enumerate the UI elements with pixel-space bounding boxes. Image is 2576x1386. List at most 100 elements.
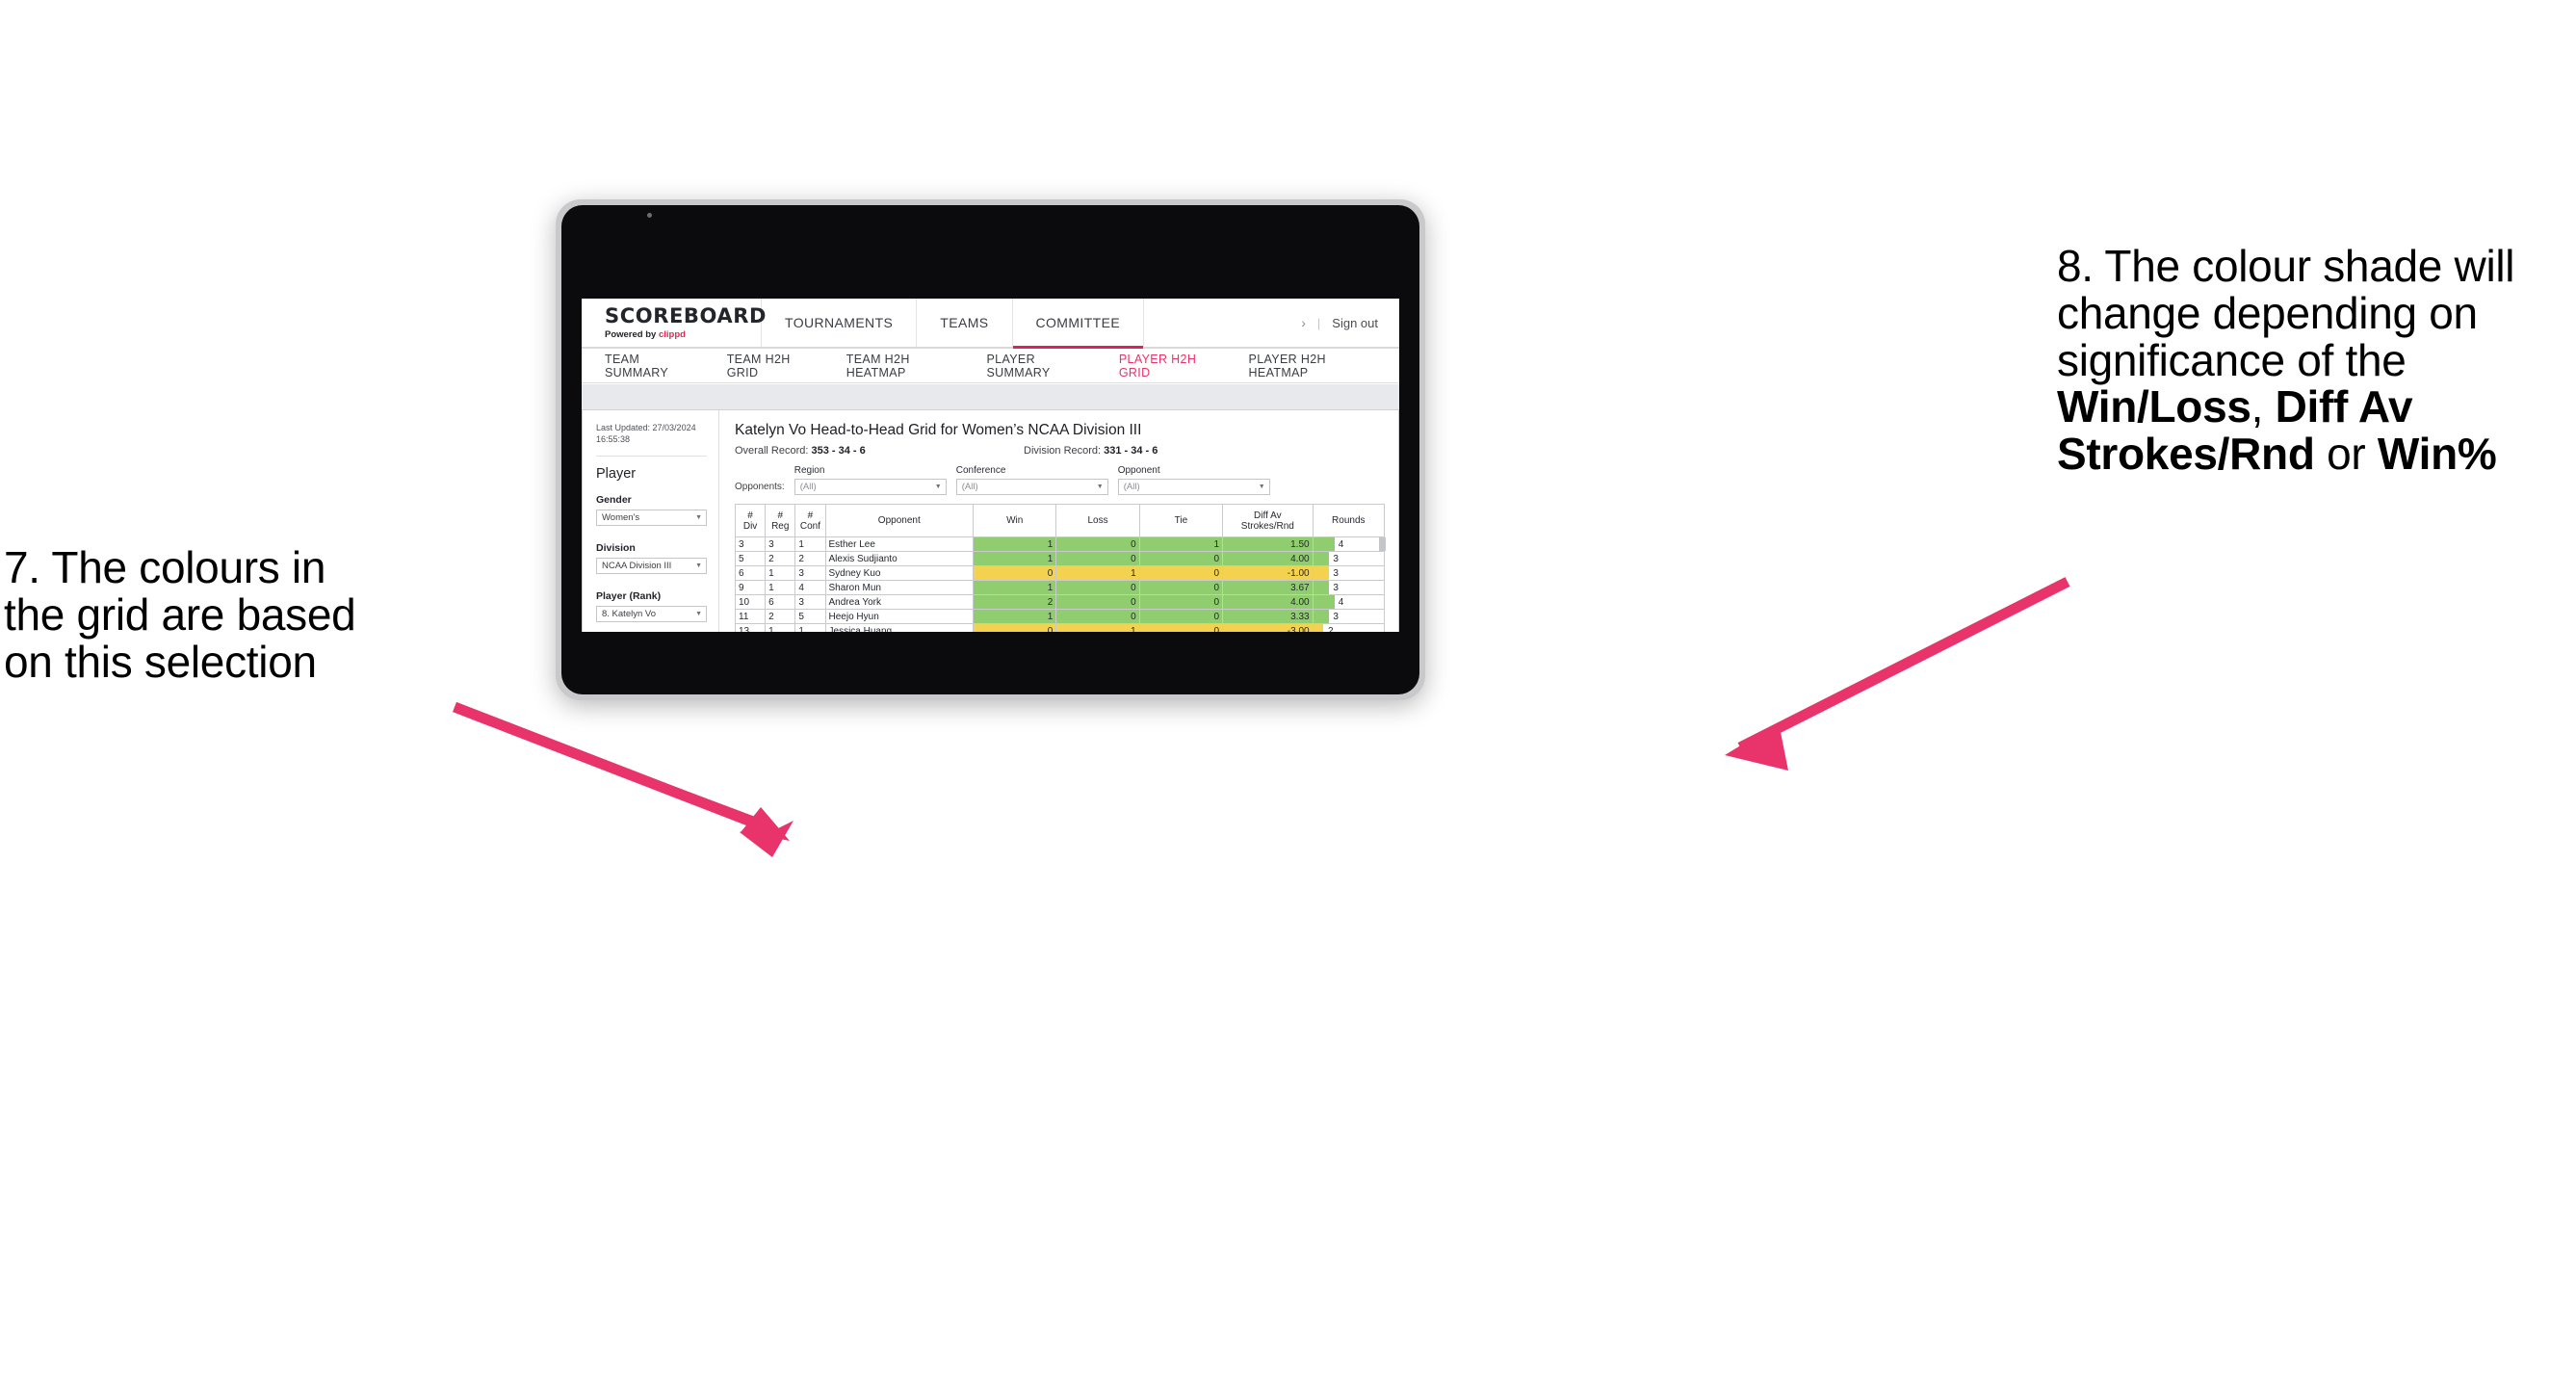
cell-rounds: 3 <box>1312 551 1386 566</box>
cell-tie: 0 <box>1138 565 1224 581</box>
division-label: Division <box>596 542 636 555</box>
cell-loss: 0 <box>1055 551 1140 566</box>
gender-value: Women's <box>602 512 640 524</box>
col-diff-l2: Strokes/Rnd <box>1240 520 1294 532</box>
cell-diff-av-strokes: 4.00 <box>1222 594 1314 610</box>
cell-conf: 3 <box>794 594 826 610</box>
conference-filter-select[interactable]: (All) ▼ <box>955 479 1108 495</box>
table-row[interactable]: 13 1 1 Jessica Huang 0 1 0 -3.00 2 <box>734 623 1386 632</box>
gender-select[interactable]: Women's ▼ <box>596 510 707 527</box>
filters-sidebar: Last Updated: 27/03/2024 16:55:38 Player… <box>583 410 719 632</box>
dashboard-canvas: Last Updated: 27/03/2024 16:55:38 Player… <box>582 384 1399 632</box>
region-filter-select[interactable]: (All) ▼ <box>794 479 947 495</box>
opponent-filters: Opponents: Region (All) ▼ Conference (Al… <box>735 465 1385 495</box>
chevron-down-icon: ▼ <box>695 562 702 570</box>
brand-title: SCOREBOARD <box>605 303 768 327</box>
col-diff-av-strokes[interactable]: Diff Av Strokes/Rnd <box>1222 504 1314 537</box>
cell-conf: 1 <box>794 536 826 552</box>
cell-div: 9 <box>734 580 767 595</box>
table-row[interactable]: 11 2 5 Heejo Hyun 1 0 0 3.33 3 <box>734 609 1386 624</box>
cell-div: 5 <box>734 551 767 566</box>
cell-reg: 2 <box>765 609 796 624</box>
annotation-7: 7. The colours in the grid are based on … <box>4 544 514 685</box>
topnav-committee-label: COMMITTEE <box>1035 315 1121 330</box>
topnav-teams[interactable]: TEAMS <box>917 299 1013 347</box>
col-reg[interactable]: # Reg <box>765 504 796 537</box>
cell-diff-av-strokes: 3.67 <box>1222 580 1314 595</box>
table-row[interactable]: 3 3 1 Esther Lee 1 0 1 1.50 4 <box>734 536 1386 552</box>
division-record-label: Division Record: <box>1024 445 1105 457</box>
col-div-l2: Div <box>742 520 758 532</box>
viz-body: Last Updated: 27/03/2024 16:55:38 Player… <box>583 410 1398 632</box>
region-filter-label: Region <box>794 465 825 476</box>
top-navigation-bar: SCOREBOARD Powered by clippd TOURNAMENTS… <box>582 299 1399 349</box>
subnav-player-h2h-grid[interactable]: PLAYER H2H GRID <box>1119 353 1228 379</box>
cell-reg: 1 <box>765 623 796 632</box>
cell-conf: 4 <box>794 580 826 595</box>
cell-opponent: Heejo Hyun <box>824 609 975 624</box>
topnav-spacer <box>1144 299 1301 347</box>
col-diff-l1: Diff Av <box>1254 510 1282 521</box>
topnav-teams-label: TEAMS <box>940 315 989 330</box>
overall-record-value: 353 - 34 - 6 <box>811 445 866 457</box>
annotation-7-line-1: 7. The colours in <box>4 542 326 592</box>
cell-win: 0 <box>973 565 1057 581</box>
col-loss[interactable]: Loss <box>1055 504 1140 537</box>
subnav-player-summary[interactable]: PLAYER SUMMARY <box>986 353 1097 379</box>
cell-loss: 0 <box>1055 594 1140 610</box>
cell-tie: 0 <box>1138 623 1224 632</box>
col-opponent[interactable]: Opponent <box>824 504 975 537</box>
col-div[interactable]: # Div <box>734 504 767 537</box>
overall-record: Overall Record: 353 - 34 - 6 <box>735 445 1024 457</box>
cell-tie: 0 <box>1138 551 1224 566</box>
sidebar-divider-1 <box>596 456 707 458</box>
grid-scrollbar[interactable] <box>1379 537 1386 551</box>
opponent-filter-select[interactable]: (All) ▼ <box>1117 479 1270 495</box>
cell-div: 3 <box>734 536 767 552</box>
subnav-team-h2h-heatmap[interactable]: TEAM H2H HEATMAP <box>846 353 966 379</box>
topnav-committee[interactable]: COMMITTEE <box>1012 299 1145 349</box>
player-section-heading: Player <box>596 466 637 483</box>
table-row[interactable]: 5 2 2 Alexis Sudjianto 1 0 0 4.00 3 <box>734 551 1386 566</box>
table-row[interactable]: 6 1 3 Sydney Kuo 0 1 0 -1.00 3 <box>734 565 1386 581</box>
division-select[interactable]: NCAA Division III ▼ <box>596 558 707 575</box>
subnav-player-h2h-heatmap[interactable]: PLAYER H2H HEATMAP <box>1249 353 1378 379</box>
annotation-8-bold-winloss: Win/Loss <box>2057 381 2251 432</box>
cell-win: 1 <box>973 580 1057 595</box>
opponents-filter-label: Opponents: <box>735 482 785 492</box>
last-updated-text: Last Updated: 27/03/2024 16:55:38 <box>596 423 696 445</box>
col-win[interactable]: Win <box>973 504 1057 537</box>
subnav-team-summary[interactable]: TEAM SUMMARY <box>605 353 706 379</box>
table-row[interactable]: 10 6 3 Andrea York 2 0 0 4.00 4 <box>734 594 1386 610</box>
col-tie[interactable]: Tie <box>1138 504 1224 537</box>
page-title: Katelyn Vo Head-to-Head Grid for Women’s… <box>735 422 1142 438</box>
chevron-right-icon[interactable]: › <box>1301 315 1306 330</box>
division-field: Division NCAA Division III ▼ <box>596 542 707 575</box>
conference-filter-label: Conference <box>955 465 1006 476</box>
signout-link[interactable]: Sign out <box>1332 316 1378 330</box>
cell-loss: 0 <box>1055 536 1140 552</box>
table-row[interactable]: 9 1 4 Sharon Mun 1 0 0 3.67 3 <box>734 580 1386 595</box>
chevron-down-icon: ▼ <box>695 611 702 618</box>
opponent-filter-value: (All) <box>1123 482 1140 492</box>
tablet-screen: SCOREBOARD Powered by clippd TOURNAMENTS… <box>582 299 1399 632</box>
topnav-tournaments[interactable]: TOURNAMENTS <box>762 299 918 347</box>
cell-loss: 0 <box>1055 609 1140 624</box>
cell-diff-av-strokes: 4.00 <box>1222 551 1314 566</box>
cell-diff-av-strokes: -3.00 <box>1222 623 1314 632</box>
subnav-team-h2h-grid[interactable]: TEAM H2H GRID <box>727 353 825 379</box>
cell-reg: 3 <box>765 536 796 552</box>
cell-tie: 0 <box>1138 609 1224 624</box>
col-rounds[interactable]: Rounds <box>1312 504 1386 537</box>
grid-header: # Div # Reg # Conf Opponent Win Loss Tie Di… <box>734 504 1386 537</box>
col-conf[interactable]: # Conf <box>794 504 826 537</box>
cell-diff-av-strokes: 1.50 <box>1222 536 1314 552</box>
viz-main: Katelyn Vo Head-to-Head Grid for Women’s… <box>719 410 1398 632</box>
cell-rounds: 4 <box>1312 536 1386 552</box>
clippd-name: clippd <box>658 328 686 340</box>
brand-logo[interactable]: SCOREBOARD Powered by clippd <box>582 299 768 347</box>
player-rank-select[interactable]: 8. Katelyn Vo ▼ <box>596 606 707 623</box>
tablet-camera <box>647 213 652 218</box>
signout-area: › | Sign out <box>1301 299 1399 347</box>
gender-field: Gender Women's ▼ <box>596 494 707 527</box>
